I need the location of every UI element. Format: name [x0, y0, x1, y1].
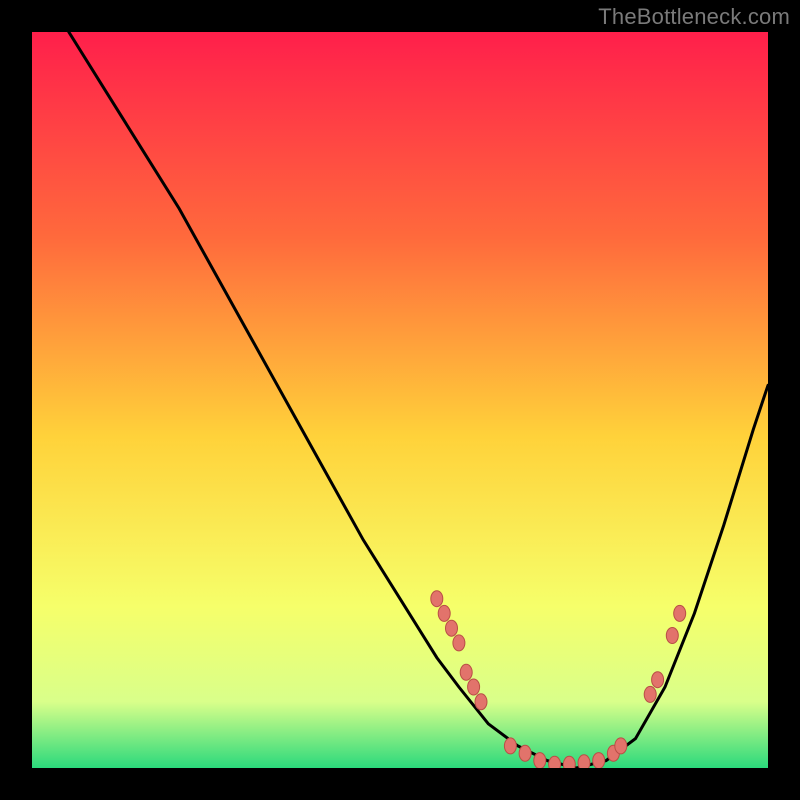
- data-point: [593, 753, 605, 768]
- watermark-text: TheBottleneck.com: [598, 4, 790, 30]
- app-frame: TheBottleneck.com: [0, 0, 800, 800]
- data-point: [438, 605, 450, 621]
- data-point: [453, 635, 465, 651]
- bottleneck-chart: [32, 32, 768, 768]
- data-point: [666, 628, 678, 644]
- data-point: [644, 686, 656, 702]
- gradient-background: [32, 32, 768, 768]
- data-point: [563, 756, 575, 768]
- data-point: [504, 738, 516, 754]
- data-point: [468, 679, 480, 695]
- data-point: [460, 664, 472, 680]
- data-point: [519, 745, 531, 761]
- chart-area: [32, 32, 768, 768]
- data-point: [549, 756, 561, 768]
- data-point: [431, 591, 443, 607]
- data-point: [475, 694, 487, 710]
- data-point: [534, 753, 546, 768]
- data-point: [578, 755, 590, 768]
- data-point: [446, 620, 458, 636]
- data-point: [674, 605, 686, 621]
- data-point: [615, 738, 627, 754]
- data-point: [652, 672, 664, 688]
